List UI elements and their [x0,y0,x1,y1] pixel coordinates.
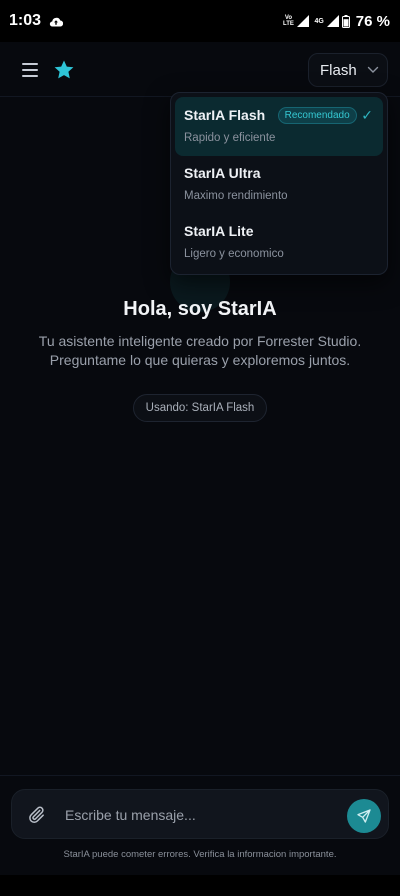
status-bar: 1:03 Vo LTE 4G 76 % [0,0,400,42]
model-option-name: StarIA Ultra [184,165,261,181]
chat-app: Flash StarIA Flash Recomendado Rapido y … [0,42,400,875]
signal-icon [297,15,310,27]
app-header: Flash [0,42,400,97]
status-left: 1:03 [9,12,64,30]
star-icon[interactable] [52,58,76,82]
check-icon: ✓ [361,107,373,123]
disclaimer-text: StarIA puede cometer errores. Verifica l… [63,849,337,860]
welcome-title: Hola, soy StarIA [123,298,277,320]
volte-indicator: Vo LTE [283,15,294,27]
current-model-pill: Usando: StarIA Flash [133,394,267,422]
model-option-flash[interactable]: StarIA Flash Recomendado Rapido y eficie… [175,97,383,156]
send-icon [357,809,371,823]
model-selector-label: Flash [320,61,357,79]
status-time: 1:03 [9,12,42,29]
model-selector[interactable]: Flash [308,53,388,87]
signal-icon [326,15,339,27]
composer-area: StarIA puede cometer errores. Verifica l… [0,775,400,875]
send-button[interactable] [347,799,381,833]
message-input[interactable] [65,798,335,832]
chevron-down-icon [367,66,378,73]
network-type: 4G [314,17,324,25]
cloud-upload-icon [49,17,64,27]
menu-icon[interactable] [20,61,40,79]
model-option-description: Ligero y economico [184,248,284,260]
model-option-ultra[interactable]: StarIA Ultra Maximo rendimiento [175,155,383,214]
battery-icon [341,14,350,28]
message-composer [11,789,389,839]
model-option-name: StarIA Flash [184,107,266,123]
model-option-name: StarIA Lite [184,223,254,239]
battery-percentage: 76 % [355,12,390,30]
model-option-lite[interactable]: StarIA Lite Ligero y economico [175,213,383,272]
model-dropdown: StarIA Flash Recomendado Rapido y eficie… [170,92,388,275]
model-option-description: Maximo rendimiento [184,190,288,202]
status-right: Vo LTE 4G 76 % [282,13,390,30]
model-option-description: Rapido y eficiente [184,132,276,144]
paperclip-icon[interactable] [26,805,46,825]
system-nav-bar [0,875,400,896]
recommended-badge: Recomendado [277,107,357,124]
welcome-subtitle: Tu asistente inteligente creado por Forr… [38,333,362,368]
